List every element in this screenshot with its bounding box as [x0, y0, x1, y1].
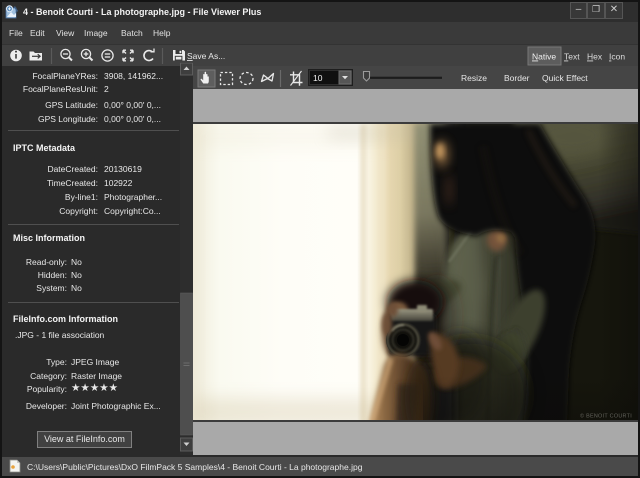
svg-text:Native: Native: [532, 52, 556, 62]
svg-text:10: 10: [313, 73, 323, 83]
svg-text:Resize: Resize: [461, 73, 487, 83]
svg-text:© BENOIT COURTI: © BENOIT COURTI: [580, 413, 632, 420]
svg-text:Hex: Hex: [587, 52, 603, 62]
svg-text:Quick Effect: Quick Effect: [542, 73, 588, 83]
svg-text:Border: Border: [504, 73, 530, 83]
svg-text:Icon: Icon: [609, 52, 625, 62]
svg-text:Text: Text: [564, 52, 580, 62]
svg-text:Save As...: Save As...: [187, 51, 225, 61]
